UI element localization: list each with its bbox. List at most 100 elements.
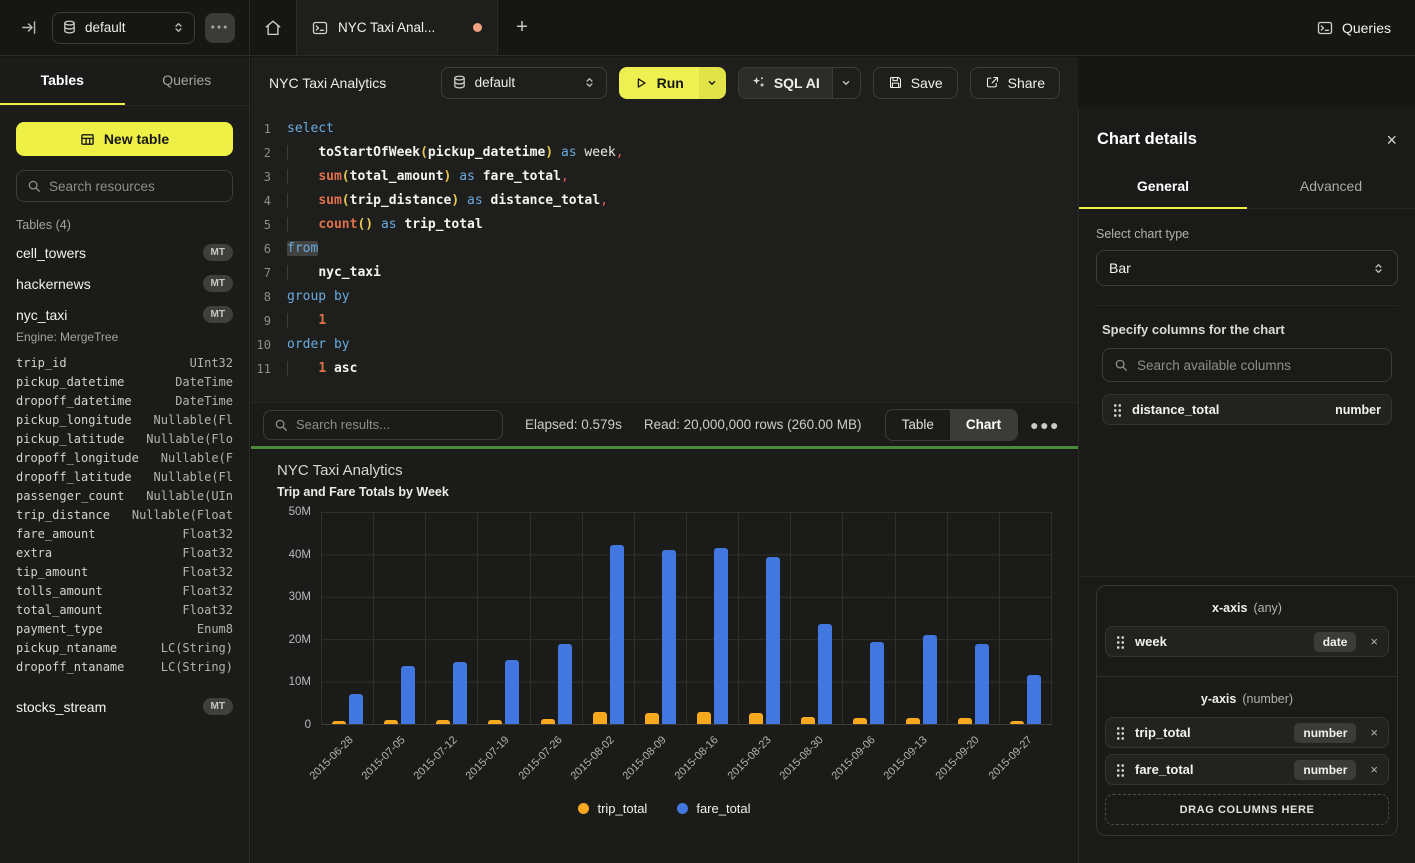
results-search[interactable]: [263, 410, 503, 440]
code-lines: 1select2 toStartOfWeek(pickup_datetime) …: [251, 117, 1078, 381]
legend-item-trip_total[interactable]: trip_total: [578, 801, 647, 816]
x-axis-section: x-axis(any) weekdate×: [1097, 586, 1397, 676]
close-icon[interactable]: ×: [1386, 131, 1397, 149]
sql-editor[interactable]: 1select2 toStartOfWeek(pickup_datetime) …: [251, 108, 1078, 402]
save-label: Save: [911, 75, 943, 91]
chart-type-select[interactable]: Bar: [1096, 250, 1398, 286]
bar-fare_total: [1027, 675, 1041, 724]
sql-ai-label: SQL AI: [774, 75, 820, 91]
column-chip-distance_total[interactable]: distance_totalnumber: [1102, 394, 1392, 425]
share-button[interactable]: Share: [970, 67, 1060, 99]
bar-fare_total: [662, 550, 676, 724]
drop-zone[interactable]: DRAG COLUMNS HERE: [1105, 794, 1389, 825]
sidebar-tab-tables[interactable]: Tables: [0, 57, 125, 105]
column-name: extra: [16, 544, 52, 563]
sidebar: Tables Queries New table Tables (4) cell…: [0, 57, 250, 863]
toolbar-database-selector[interactable]: default: [441, 67, 607, 99]
toolbar-database-name: default: [475, 75, 575, 90]
queries-button[interactable]: Queries: [1293, 0, 1415, 55]
tables-section-label: Tables (4): [16, 218, 233, 232]
column-name: dropoff_longitude: [16, 449, 139, 468]
chart-view-button[interactable]: Chart: [950, 410, 1017, 440]
bar-trip_total: [593, 712, 607, 724]
table-engine: Engine: MergeTree: [0, 330, 249, 351]
columns-search[interactable]: [1102, 348, 1392, 382]
axis-config: x-axis(any) weekdate× y-axis(number) tri…: [1096, 585, 1398, 836]
column-chip-trip_total[interactable]: trip_totalnumber×: [1105, 717, 1389, 748]
home-button[interactable]: [250, 0, 296, 55]
query-title: NYC Taxi Analytics: [269, 75, 386, 91]
share-label: Share: [1008, 75, 1045, 91]
column-type: Float32: [182, 525, 233, 544]
search-icon: [27, 179, 41, 193]
column-row: total_amountFloat32: [0, 601, 249, 620]
column-chip-fare_total[interactable]: fare_totalnumber×: [1105, 754, 1389, 785]
column-row: pickup_datetimeDateTime: [0, 373, 249, 392]
column-type: Float32: [182, 582, 233, 601]
y-axis-tick: 10M: [289, 676, 311, 688]
code-line: 1select: [251, 117, 1078, 141]
column-name: passenger_count: [16, 487, 124, 506]
code-text: group by: [287, 285, 350, 309]
column-name: week: [1135, 634, 1167, 649]
chevron-down-icon: [840, 77, 852, 89]
bar-trip_total: [906, 718, 920, 724]
columns-search-input[interactable]: [1137, 358, 1380, 373]
sidebar-table-cell_towers[interactable]: cell_towersMT: [0, 237, 249, 268]
table-view-button[interactable]: Table: [886, 410, 950, 440]
sidebar-database-selector[interactable]: default: [52, 12, 195, 44]
results-search-input[interactable]: [296, 417, 492, 432]
run-options-button[interactable]: [699, 67, 726, 99]
column-row: tip_amountFloat32: [0, 563, 249, 582]
new-tab-button[interactable]: +: [498, 0, 546, 55]
sidebar-search-input[interactable]: [49, 179, 226, 194]
run-button[interactable]: Run: [619, 67, 699, 99]
queries-label: Queries: [1342, 20, 1391, 36]
sidebar-tab-queries[interactable]: Queries: [125, 57, 250, 105]
column-name: dropoff_ntaname: [16, 658, 124, 677]
query-toolbar: NYC Taxi Analytics default Run SQL AI: [251, 57, 1078, 108]
panel-title: Chart details: [1097, 130, 1197, 149]
column-name: fare_total: [1135, 762, 1194, 777]
bar-fare_total: [818, 624, 832, 724]
collapse-sidebar-button[interactable]: [14, 14, 42, 42]
main-area: NYC Taxi Analytics default Run SQL AI: [251, 57, 1078, 863]
chart-category: [426, 512, 478, 724]
remove-icon[interactable]: ×: [1370, 634, 1378, 649]
legend-label: trip_total: [597, 801, 647, 816]
bar-trip_total: [332, 721, 346, 724]
chart-category: [583, 512, 635, 724]
remove-icon[interactable]: ×: [1370, 762, 1378, 777]
tab-advanced[interactable]: Advanced: [1247, 165, 1415, 209]
bar-fare_total: [558, 644, 572, 724]
code-line: 7 nyc_taxi: [251, 261, 1078, 285]
sidebar-table-stocks_stream[interactable]: stocks_streamMT: [0, 691, 249, 722]
bar-trip_total: [958, 718, 972, 724]
table-columns: trip_idUInt32pickup_datetimeDateTimedrop…: [0, 351, 249, 685]
tab-general[interactable]: General: [1079, 165, 1247, 209]
sql-ai-button[interactable]: SQL AI: [739, 68, 832, 98]
sidebar-table-nyc_taxi[interactable]: nyc_taxiMT: [0, 299, 249, 330]
sidebar-more-button[interactable]: ●●●: [205, 13, 235, 43]
sql-ai-options-button[interactable]: [832, 68, 860, 98]
column-chip-week[interactable]: weekdate×: [1105, 626, 1389, 657]
bar-trip_total: [384, 720, 398, 724]
column-name: distance_total: [1132, 402, 1219, 417]
bar-fare_total: [766, 557, 780, 724]
table-name: nyc_taxi: [16, 307, 67, 323]
database-icon: [452, 75, 467, 90]
code-line: 6from: [251, 237, 1078, 261]
legend-item-fare_total[interactable]: fare_total: [677, 801, 750, 816]
engine-badge: MT: [203, 698, 233, 715]
sparkles-icon: [751, 75, 766, 90]
sidebar-search[interactable]: [16, 170, 233, 202]
results-more-button[interactable]: ●●●: [1030, 417, 1060, 433]
save-button[interactable]: Save: [873, 67, 958, 99]
column-name: pickup_ntaname: [16, 639, 117, 658]
available-columns: distance_totalnumber: [1102, 394, 1392, 432]
new-table-button[interactable]: New table: [16, 122, 233, 156]
sidebar-table-hackernews[interactable]: hackernewsMT: [0, 268, 249, 299]
legend-dot: [677, 803, 688, 814]
remove-icon[interactable]: ×: [1370, 725, 1378, 740]
query-tab[interactable]: NYC Taxi Anal...: [296, 0, 498, 55]
